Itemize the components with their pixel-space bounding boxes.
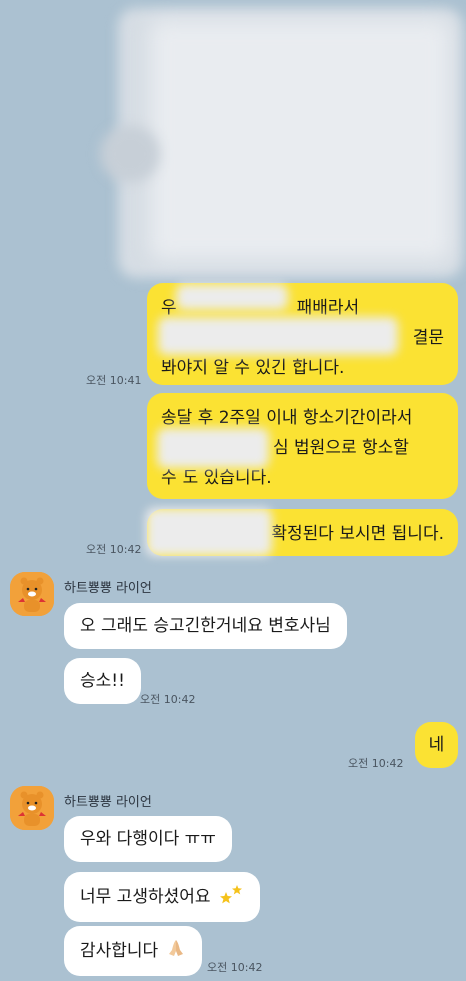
received-message-bubble[interactable]: 감사합니다: [64, 926, 202, 976]
redacted-text: [146, 508, 272, 556]
ryan-avatar-icon[interactable]: [10, 786, 54, 830]
blurred-avatar: [100, 126, 160, 182]
received-message-bubble[interactable]: 오 그래도 승고긴한거네요 변호사님: [64, 603, 347, 649]
message-timestamp: 오전 10:42: [207, 961, 263, 974]
praying-hands-icon: [166, 938, 186, 964]
ryan-avatar-icon[interactable]: [10, 572, 54, 616]
sender-name: 하트뿅뿅 라이언: [64, 795, 152, 810]
received-message-bubble[interactable]: 승소!!: [64, 658, 141, 704]
message-text: 너무 고생하셨어요: [80, 887, 211, 907]
redacted-text: [157, 428, 269, 468]
sparkle-stars-icon: [218, 884, 244, 910]
sent-message-bubble[interactable]: 네: [415, 722, 458, 768]
message-timestamp: 오전 10:42: [348, 757, 404, 770]
blurred-message-content: [150, 20, 450, 260]
sender-name: 하트뿅뿅 라이언: [64, 581, 152, 596]
redacted-text: [176, 284, 288, 310]
message-timestamp: 오전 10:42: [140, 693, 196, 706]
message-timestamp: 오전 10:41: [86, 374, 142, 387]
message-timestamp: 오전 10:42: [86, 543, 142, 556]
message-text: 감사합니다: [80, 941, 159, 961]
received-message-bubble[interactable]: 너무 고생하셨어요: [64, 872, 260, 922]
received-message-bubble[interactable]: 우와 다행이다 ㅠㅠ: [64, 816, 232, 862]
redacted-text: [158, 317, 398, 355]
